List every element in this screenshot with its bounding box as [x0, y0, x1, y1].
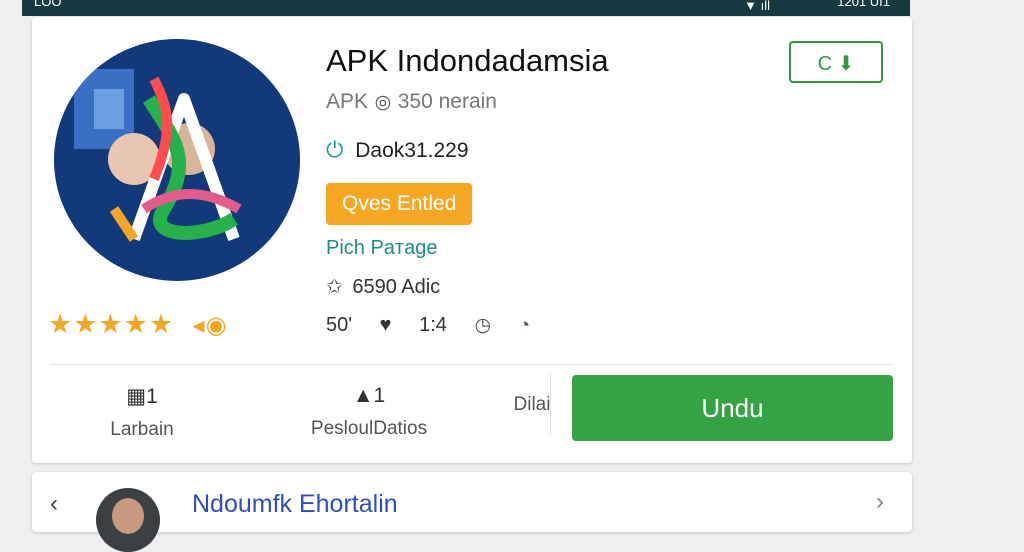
rating: ★★★★★ ◂◉	[48, 309, 228, 340]
vertical-divider	[550, 374, 551, 434]
clock-icon: ◷	[474, 315, 492, 336]
next-card[interactable]: ‹ Ndoumfk Ehortalin ›	[32, 472, 912, 552]
app-version: ⏻ Daok31.229	[326, 137, 469, 163]
status-time: 1201 UI1	[837, 0, 890, 9]
bottom-item-larbain[interactable]: ▦1 Larbain	[92, 384, 192, 441]
download-icon: ⬇	[837, 53, 855, 75]
clock-icon: ◎	[374, 92, 392, 113]
status-bar: LOO ▼ ıll 1201 UI1	[22, 0, 910, 16]
app-icon[interactable]	[54, 39, 300, 281]
stats-text: 6590 Adic	[352, 276, 441, 298]
meta-size: 350 nerain	[397, 90, 497, 113]
bottom-label: Larbain	[110, 419, 174, 440]
heart-icon: ♥	[379, 314, 392, 336]
app-meta: APK ◎ 350 nerain	[326, 90, 497, 114]
bottom-count: ▦1	[126, 385, 158, 408]
misc-middle: 1:4	[419, 314, 447, 336]
app-card: APK Indondadamsia APK ◎ 350 nerain ⏻ Dao…	[32, 17, 912, 463]
signal-icon: ▼ ıll	[744, 0, 770, 13]
meta-prefix: APK	[326, 90, 369, 113]
top-action-button[interactable]: C ⬇	[789, 41, 883, 83]
version-text: Daok31.229	[355, 139, 469, 162]
package-name[interactable]: Pich Paтage	[326, 237, 437, 260]
status-left-text: LOO	[34, 0, 62, 9]
app-title: APK Indondadamsia	[326, 43, 609, 78]
power-icon: ⏻	[326, 137, 344, 162]
avatar	[96, 488, 160, 552]
app-stats: ✩ 6590 Adic	[326, 274, 440, 299]
star-outline-icon: ✩	[326, 276, 343, 298]
bottom-label: Dilai	[513, 394, 551, 415]
top-action-label: C	[817, 53, 833, 75]
bottom-item-pesloul[interactable]: ▲1 PesloulDatios	[304, 384, 434, 440]
badge-icon: ◂◉	[192, 312, 228, 339]
next-card-title[interactable]: Ndoumfk Ehortalin	[192, 490, 398, 519]
timer-icon: ◔	[518, 315, 531, 336]
bottom-item-dilai[interactable]: Dilai	[502, 384, 562, 416]
calendar-icon: ▦	[126, 385, 147, 408]
app-logo-icon	[74, 69, 242, 242]
bottom-label: PesloulDatios	[310, 418, 428, 439]
thumb-icon: ▲	[352, 384, 374, 407]
app-misc: 50' ♥ 1:4 ◷ ◔	[326, 314, 552, 337]
status-badge: Qves Entled	[326, 183, 473, 225]
divider	[50, 364, 892, 365]
chevron-left-icon[interactable]: ‹	[50, 490, 58, 518]
misc-left: 50'	[326, 314, 353, 336]
rating-stars: ★★★★★	[48, 309, 175, 339]
bottom-count: ▲1	[352, 384, 386, 407]
download-button[interactable]: Undu	[572, 375, 893, 441]
